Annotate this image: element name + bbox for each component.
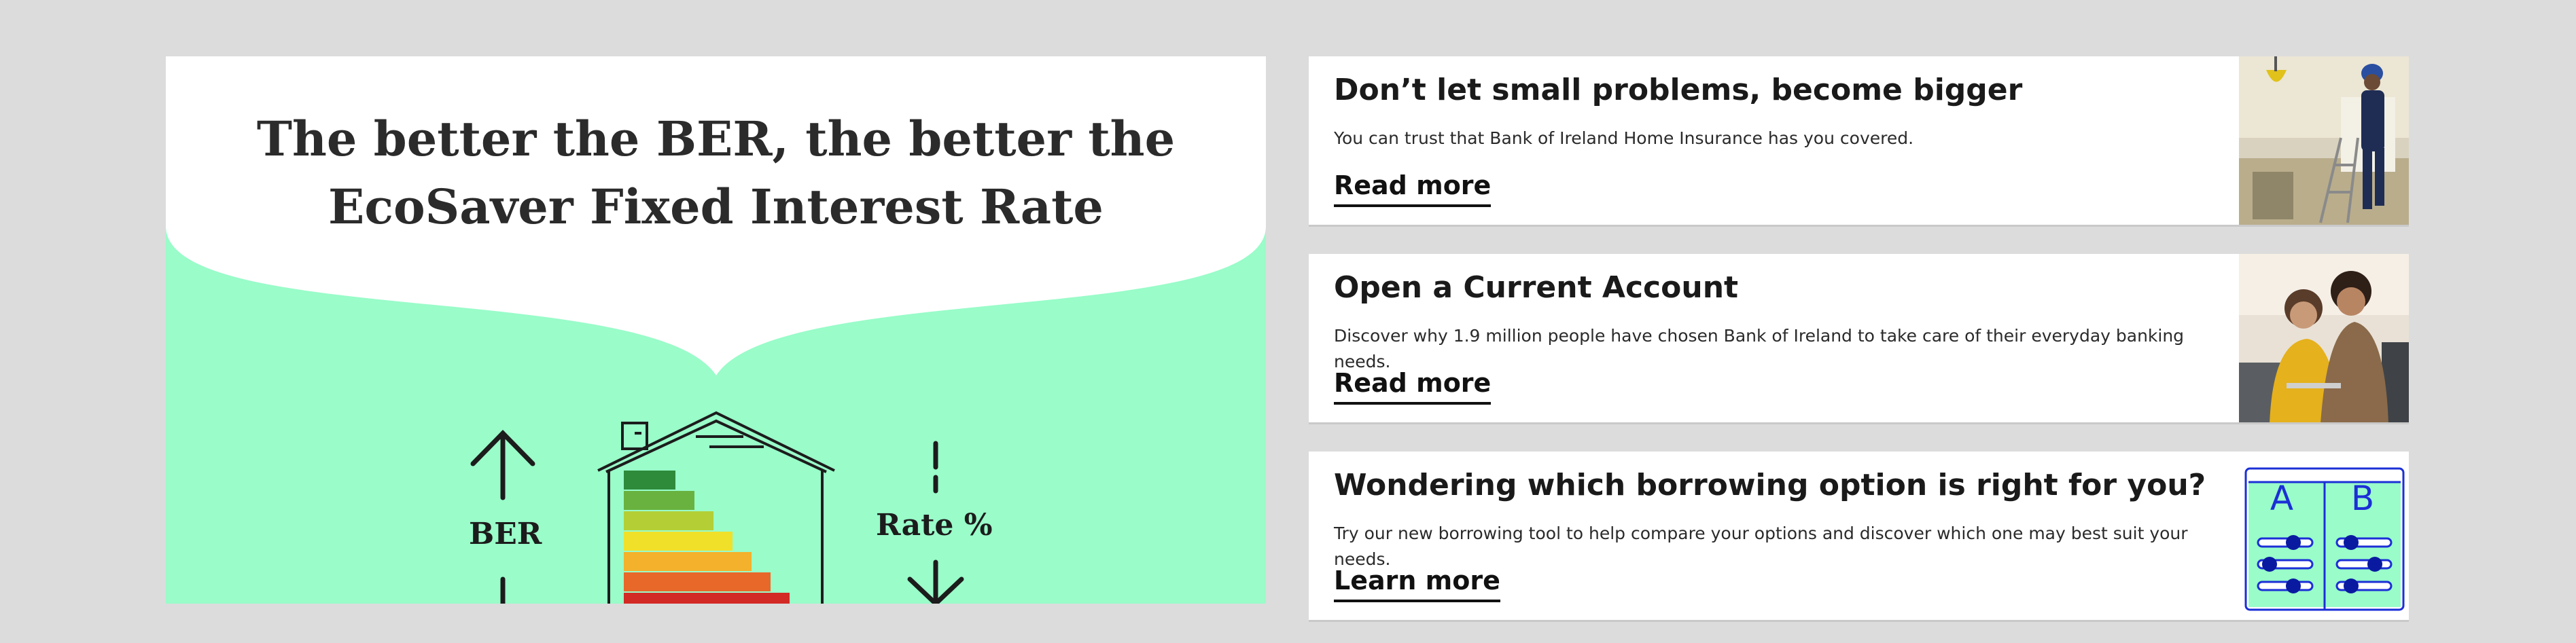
couple-on-sofa-image (2239, 254, 2409, 422)
option-a-label: A (2270, 479, 2294, 518)
read-more-link[interactable]: Read more (1334, 368, 1492, 405)
rate-label: Rate % (876, 508, 993, 543)
card-description: Try our new borrowing tool to help compa… (1334, 523, 2188, 569)
promo-card-borrowing-tool: Wondering which borrowing option is righ… (1309, 452, 2409, 620)
ber-promo-banner[interactable]: The better the BER, the better the EcoSa… (166, 56, 1266, 604)
ber-label: BER (469, 517, 542, 551)
card-description: Discover why 1.9 million people have cho… (1334, 326, 2185, 371)
promo-card-home-insurance: Don’t let small problems, become bigger … (1309, 56, 2409, 225)
banner-title-line-1: The better the BER, the better the (256, 111, 1176, 167)
promo-card-current-account: Open a Current Account Discover why 1.9 … (1309, 254, 2409, 422)
card-description: You can trust that Bank of Ireland Home … (1334, 128, 1914, 148)
learn-more-link[interactable]: Learn more (1334, 566, 1500, 602)
read-more-link[interactable]: Read more (1334, 170, 1492, 207)
energy-rating-bars (624, 471, 790, 604)
card-title: Wondering which borrowing option is righ… (1334, 468, 2206, 502)
compare-sliders-icon: A B (2239, 452, 2409, 620)
option-b-label: B (2350, 479, 2375, 518)
banner-title: The better the BER, the better the EcoSa… (166, 105, 1266, 241)
card-title: Open a Current Account (1334, 270, 1739, 305)
card-title: Don’t let small problems, become bigger (1334, 73, 2023, 107)
man-on-ladder-image (2239, 56, 2409, 225)
banner-title-line-2: EcoSaver Fixed Interest Rate (328, 179, 1104, 235)
